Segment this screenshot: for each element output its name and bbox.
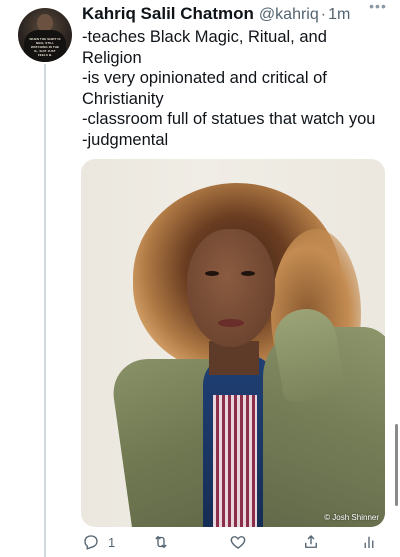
thread-line bbox=[44, 64, 46, 557]
separator-dot: · bbox=[320, 6, 327, 23]
reply-count: 1 bbox=[108, 534, 116, 550]
display-name[interactable]: Kahriq Salil Chatmon bbox=[82, 4, 254, 24]
tweet-timestamp[interactable]: 1m bbox=[328, 6, 350, 24]
ellipsis-icon[interactable]: ••• bbox=[368, 0, 388, 16]
tweet-text: -teaches Black Magic, Ritual, and Religi… bbox=[82, 27, 394, 150]
tweet-text-line: -is very opinionated and critical of bbox=[82, 69, 327, 87]
tweet-header: Kahriq Salil Chatmon @kahriq · 1m bbox=[82, 4, 392, 26]
avatar-shirt-text: WHEN THE SHIRT IS NICE, STILL WATCHING I… bbox=[29, 37, 61, 57]
like-button[interactable] bbox=[229, 532, 247, 552]
retweet-icon bbox=[155, 535, 167, 549]
tweet-text-line: -judgmental bbox=[82, 130, 169, 149]
retweet-button[interactable] bbox=[152, 532, 170, 552]
photo-lips bbox=[218, 319, 244, 327]
user-handle[interactable]: @kahriq bbox=[259, 6, 319, 24]
heart-icon bbox=[230, 536, 246, 549]
tweet-actions: 1 bbox=[82, 530, 392, 557]
avatar[interactable]: WHEN THE SHIRT IS NICE, STILL WATCHING I… bbox=[18, 8, 72, 62]
scrollbar-thumb[interactable] bbox=[395, 424, 398, 506]
tweet-photo[interactable]: © Josh Shinner bbox=[81, 159, 385, 527]
analytics-icon bbox=[364, 536, 374, 548]
photo-face bbox=[187, 229, 275, 347]
photo-striped-shirt bbox=[213, 395, 257, 527]
photo-credit: © Josh Shinner bbox=[324, 513, 379, 522]
reply-button[interactable]: 1 bbox=[82, 532, 115, 552]
tweet-text-line: Religion bbox=[82, 48, 142, 67]
tweet-text-line: -teaches Black Magic, Ritual, and bbox=[82, 28, 327, 46]
analytics-button[interactable] bbox=[360, 532, 378, 552]
photo-eye-left bbox=[205, 271, 219, 276]
photo-eye-right bbox=[241, 271, 255, 276]
tweet-text-line: -classroom full of statues that watch yo… bbox=[82, 110, 376, 128]
reply-icon bbox=[84, 535, 98, 550]
share-icon bbox=[305, 535, 317, 548]
share-button[interactable] bbox=[302, 532, 320, 552]
tweet-text-line: Christianity bbox=[82, 89, 164, 108]
